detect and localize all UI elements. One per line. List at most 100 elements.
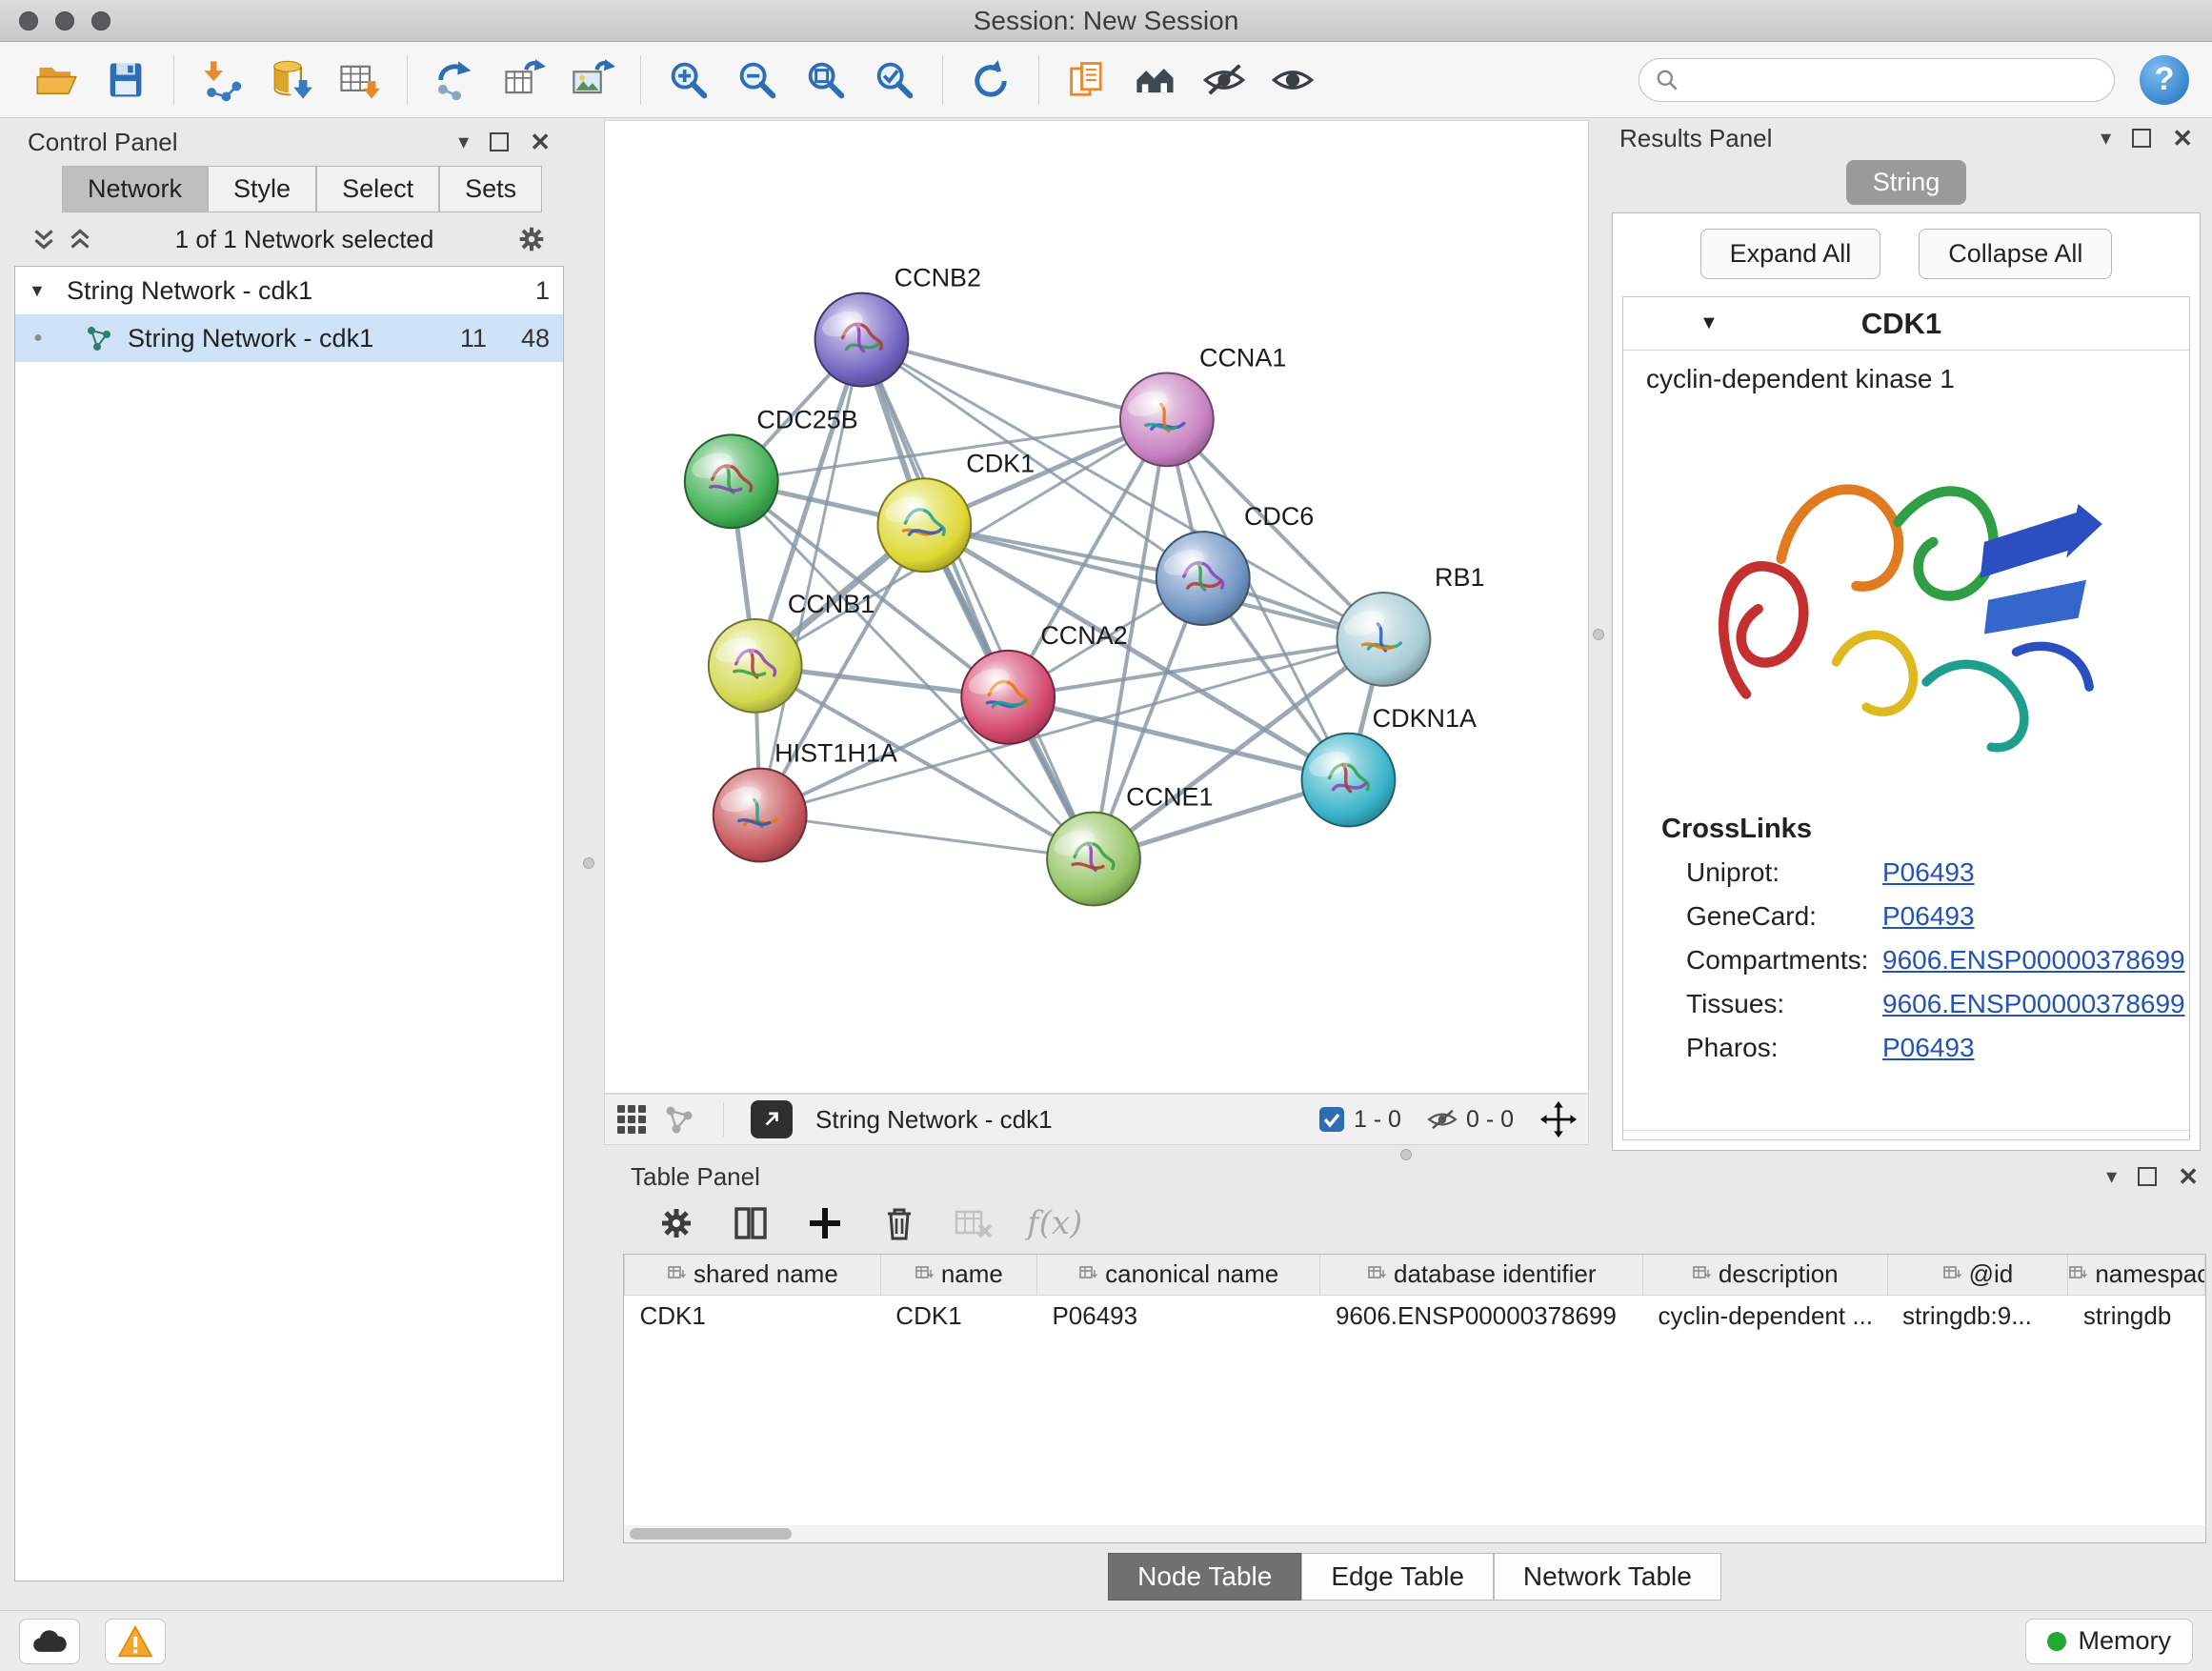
warnings-button[interactable] <box>105 1619 166 1664</box>
tab-style[interactable]: Style <box>208 166 316 212</box>
column-sort-icon[interactable] <box>915 1264 934 1283</box>
network-edge[interactable] <box>861 340 1094 859</box>
window-minimize-button[interactable] <box>55 11 74 30</box>
export-network-button[interactable] <box>421 50 490 111</box>
table-cell[interactable]: stringdb <box>2068 1295 2205 1337</box>
search-box[interactable] <box>1639 58 2115 102</box>
column-header-shared-name[interactable]: shared name <box>625 1255 881 1295</box>
window-close-button[interactable] <box>19 11 38 30</box>
table-tab-node-table[interactable]: Node Table <box>1108 1553 1301 1601</box>
zoom-out-button[interactable] <box>723 50 792 111</box>
network-edge[interactable] <box>760 639 1384 815</box>
table-row[interactable]: CDK1CDK1P064939606.ENSP00000378699cyclin… <box>625 1295 2205 1337</box>
zoom-in-button[interactable] <box>654 50 723 111</box>
hide-selected-button[interactable] <box>1190 50 1258 111</box>
network-canvas[interactable]: CCNB2CCNA1CDC25BCDK1CDC6RB1CCNB1CCNA2CDK… <box>604 120 1589 1094</box>
memory-button[interactable]: Memory <box>2025 1619 2193 1664</box>
network-edge[interactable] <box>760 815 1094 859</box>
column-sort-icon[interactable] <box>2068 1264 2087 1283</box>
column-header-database-identifier[interactable]: database identifier <box>1320 1255 1643 1295</box>
scrollbar-thumb[interactable] <box>630 1528 792 1540</box>
network-node-CDKN1A[interactable]: CDKN1A <box>1302 704 1477 827</box>
panel-float-icon[interactable] <box>2138 1167 2157 1186</box>
tab-network[interactable]: Network <box>62 166 208 212</box>
search-input[interactable] <box>1689 65 2099 94</box>
table-cell[interactable]: 9606.ENSP00000378699 <box>1320 1295 1643 1337</box>
table-cell[interactable]: stringdb:9... <box>1887 1295 2068 1337</box>
column-sort-icon[interactable] <box>667 1264 686 1283</box>
tab-select[interactable]: Select <box>316 166 439 212</box>
column-sort-icon[interactable] <box>1692 1264 1711 1283</box>
string-tab[interactable]: String <box>1846 160 1967 205</box>
share-network-button[interactable] <box>662 1102 696 1137</box>
column-header-canonical-name[interactable]: canonical name <box>1036 1255 1320 1295</box>
selected-checkbox-icon[interactable] <box>1317 1105 1346 1134</box>
export-image-button[interactable] <box>558 50 627 111</box>
column-sort-icon[interactable] <box>1078 1264 1097 1283</box>
network-node-CDK1[interactable]: CDK1 <box>877 449 1035 572</box>
open-external-button[interactable] <box>751 1100 793 1138</box>
show-all-button[interactable] <box>1258 50 1327 111</box>
hidden-eye-slash-icon[interactable] <box>1426 1103 1458 1136</box>
crosslink-link[interactable]: P06493 <box>1882 857 1975 888</box>
gear-icon[interactable] <box>514 222 549 256</box>
panel-collapse-icon[interactable]: ▾ <box>2106 1164 2117 1189</box>
panel-close-icon[interactable]: ✕ <box>2178 1162 2199 1192</box>
pan-crosshair-icon[interactable] <box>1538 1099 1579 1139</box>
network-node-CCNE1[interactable]: CCNE1 <box>1047 783 1213 906</box>
panel-collapse-icon[interactable]: ▾ <box>2101 126 2111 151</box>
panel-float-icon[interactable] <box>2132 129 2151 148</box>
network-node-CCNB1[interactable]: CCNB1 <box>709 590 875 713</box>
refresh-button[interactable] <box>956 50 1025 111</box>
table-tab-edge-table[interactable]: Edge Table <box>1301 1553 1494 1601</box>
left-splitter-handle[interactable] <box>583 857 594 869</box>
column-header-name[interactable]: name <box>880 1255 1036 1295</box>
birds-eye-view-button[interactable] <box>614 1102 649 1137</box>
open-documents-button[interactable] <box>1053 50 1121 111</box>
entry-collapse-icon[interactable]: ▼ <box>1699 312 1719 334</box>
column-sort-icon[interactable] <box>1367 1264 1386 1283</box>
table-horizontal-scrollbar[interactable] <box>624 1525 2205 1542</box>
table-cell[interactable]: CDK1 <box>880 1295 1036 1337</box>
network-node-HIST1H1A[interactable]: HIST1H1A <box>714 739 897 862</box>
network-node-CCNB2[interactable]: CCNB2 <box>815 264 981 387</box>
crosslink-link[interactable]: P06493 <box>1882 1033 1975 1063</box>
column-header-description[interactable]: description <box>1643 1255 1887 1295</box>
panel-close-icon[interactable]: ✕ <box>2172 124 2193 153</box>
expand-all-button[interactable]: Expand All <box>1700 229 1881 279</box>
graphics-details-button[interactable] <box>1121 50 1190 111</box>
crosslink-link[interactable]: P06493 <box>1882 901 1975 932</box>
import-network-button[interactable] <box>188 50 256 111</box>
network-node-CCNA1[interactable]: CCNA1 <box>1120 343 1286 466</box>
table-cell[interactable]: CDK1 <box>625 1295 881 1337</box>
collapse-all-button[interactable]: Collapse All <box>1919 229 2112 279</box>
table-cell[interactable]: P06493 <box>1036 1295 1320 1337</box>
column-header--id[interactable]: @id <box>1887 1255 2068 1295</box>
import-table-button[interactable] <box>325 50 393 111</box>
panel-float-icon[interactable] <box>490 132 509 151</box>
help-button[interactable]: ? <box>2140 55 2189 105</box>
expand-all-icon[interactable] <box>66 225 94 253</box>
table-tab-network-table[interactable]: Network Table <box>1494 1553 1721 1601</box>
cloud-button[interactable] <box>19 1619 80 1664</box>
network-collection-row[interactable]: ▼ String Network - cdk1 1 <box>15 267 563 314</box>
show-columns-icon[interactable] <box>730 1202 772 1244</box>
table-cell[interactable]: cyclin-dependent ... <box>1643 1295 1887 1337</box>
right-splitter-handle[interactable] <box>1593 629 1604 640</box>
tab-sets[interactable]: Sets <box>439 166 542 212</box>
add-column-plus-icon[interactable] <box>804 1202 846 1244</box>
window-zoom-button[interactable] <box>91 11 111 30</box>
protein-entry-header[interactable]: ▼ CDK1 <box>1623 297 2189 351</box>
collapse-all-icon[interactable] <box>30 225 58 253</box>
network-node-RB1[interactable]: RB1 <box>1337 563 1485 686</box>
panel-collapse-icon[interactable]: ▾ <box>458 130 469 154</box>
column-header-namespac[interactable]: namespac <box>2068 1255 2205 1295</box>
save-session-button[interactable] <box>91 50 160 111</box>
zoom-selected-button[interactable] <box>860 50 929 111</box>
crosslink-link[interactable]: 9606.ENSP00000378699 <box>1882 989 2185 1019</box>
import-database-button[interactable] <box>256 50 325 111</box>
column-sort-icon[interactable] <box>1942 1264 1961 1283</box>
network-edge[interactable] <box>924 525 1383 639</box>
export-table-button[interactable] <box>490 50 558 111</box>
tree-expander-icon[interactable]: ▼ <box>29 281 55 301</box>
